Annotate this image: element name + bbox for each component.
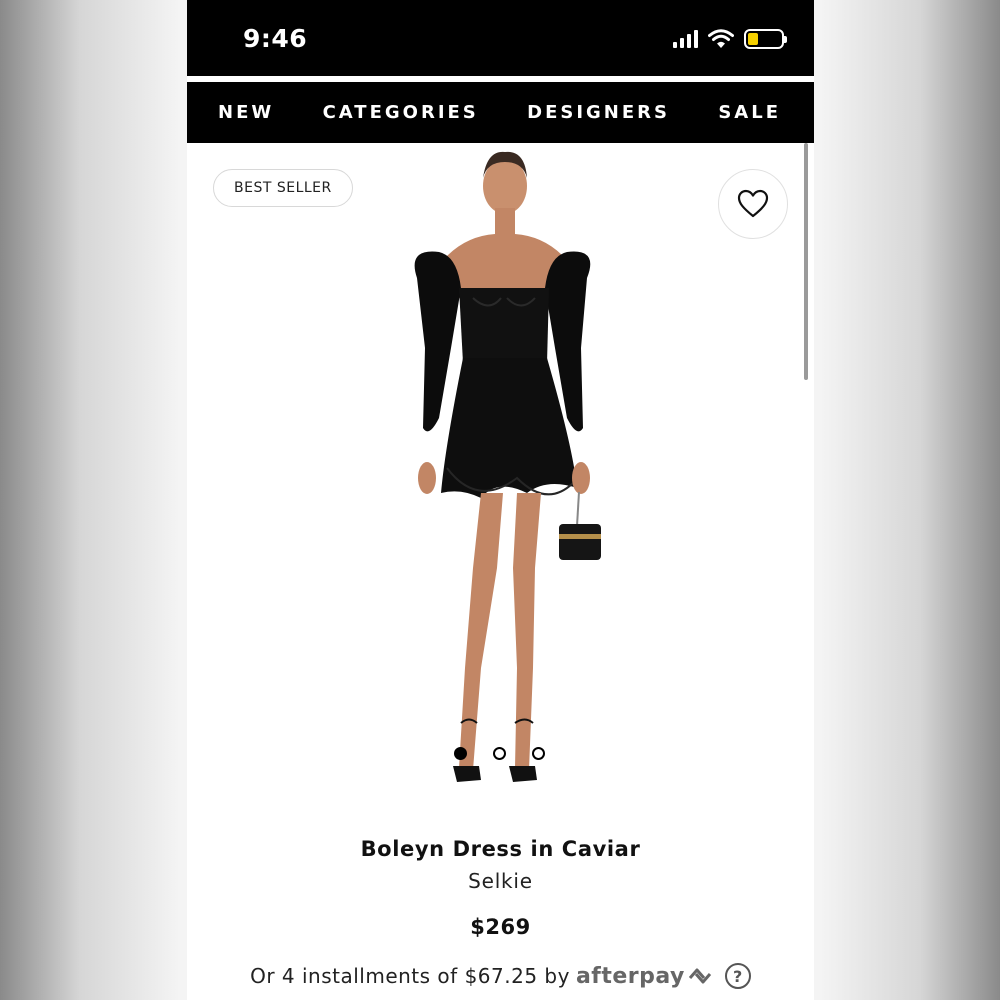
cellular-signal-icon (673, 30, 698, 48)
status-time: 9:46 (243, 24, 308, 53)
afterpay-label: afterpay (575, 963, 685, 989)
afterpay-logo: afterpay (576, 964, 713, 989)
help-icon[interactable]: ? (724, 963, 751, 989)
afterpay-installments: Or 4 installments of $67.25 by afterpay … (187, 963, 814, 989)
product-detail: BEST SELLER Boleyn Dress in Caviar Selki… (187, 143, 814, 1000)
gallery-dot[interactable] (532, 747, 545, 760)
wishlist-button[interactable] (718, 169, 788, 239)
phone-screen: 9:46 NEW CATEGORIES DESIGNERS SALE BEST … (187, 0, 814, 1000)
battery-icon (744, 29, 787, 49)
wifi-icon (708, 29, 734, 48)
nav-item-new[interactable]: NEW (218, 102, 274, 123)
gallery-dot[interactable] (454, 747, 467, 760)
scrollbar[interactable] (804, 143, 808, 380)
best-seller-badge: BEST SELLER (213, 169, 353, 207)
gallery-pagination (454, 747, 545, 760)
installments-text: Or 4 installments of $67.25 by (250, 964, 570, 988)
product-price: $269 (470, 915, 531, 939)
nav-item-sale[interactable]: SALE (718, 102, 781, 123)
heart-icon (737, 189, 769, 218)
status-icons (673, 28, 787, 50)
afterpay-arrows-icon (688, 968, 712, 984)
nav-item-categories[interactable]: CATEGORIES (323, 102, 479, 123)
product-image[interactable] (377, 148, 627, 818)
product-title: Boleyn Dress in Caviar (360, 837, 641, 861)
status-bar: 9:46 (187, 0, 814, 76)
category-nav: NEW CATEGORIES DESIGNERS SALE (187, 82, 814, 143)
nav-item-designers[interactable]: DESIGNERS (527, 102, 670, 123)
gallery-dot[interactable] (493, 747, 506, 760)
product-brand[interactable]: Selkie (187, 869, 814, 893)
